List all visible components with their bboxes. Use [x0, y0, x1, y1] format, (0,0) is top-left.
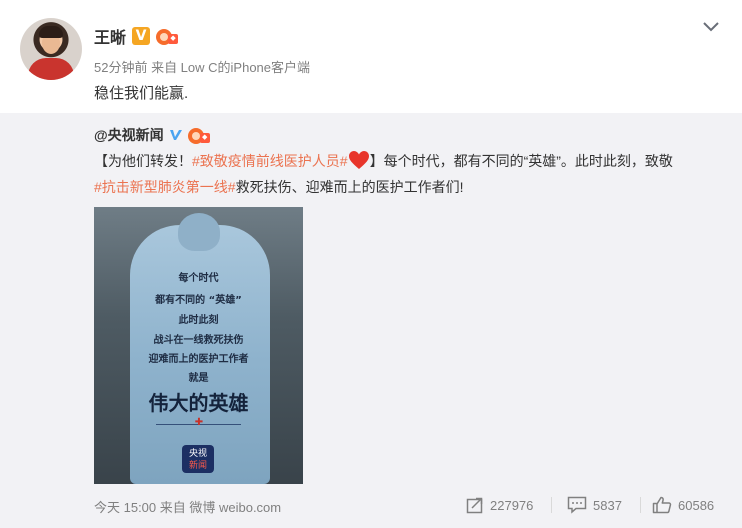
author-row: 王晰 V ◆: [94, 24, 179, 48]
share-icon: [466, 497, 483, 514]
blue-verified-icon[interactable]: [168, 127, 184, 143]
action-divider: [640, 497, 641, 513]
medical-cross-icon: ✚: [194, 417, 204, 428]
share-button[interactable]: 227976: [466, 494, 533, 516]
action-divider: [551, 497, 552, 513]
image-caption-line: 都有不同的 “英雄”: [155, 295, 242, 306]
retweet-time-source[interactable]: 今天 15:00 来自 微博 weibo.com: [94, 497, 281, 516]
heart-icon: [348, 151, 369, 169]
topic-link[interactable]: #抗击新型肺炎第一线#: [94, 179, 236, 195]
like-count: 60586: [678, 497, 715, 513]
retweet-author-row: @央视新闻 ◆: [94, 124, 210, 146]
weibo-post-card: 王晰 V ◆ 52分钟前 来自 Low C的iPhone客户端 稳住我们能赢. …: [0, 0, 742, 528]
retweet-image[interactable]: 每个时代 都有不同的 “英雄” 此时此刻 战斗在一线救死扶伤 迎难而上的医护工作…: [94, 207, 303, 484]
image-caption-line: 就是: [188, 373, 209, 384]
retweet-text-part: 救死扶伤、迎难而上的医护工作者们!: [235, 179, 464, 195]
username-link[interactable]: 王晰: [94, 24, 126, 48]
comment-button[interactable]: 5837: [567, 494, 622, 516]
retweet-text-part: 【为他们转发！: [94, 153, 192, 169]
image-caption-line: 此时此刻: [178, 315, 219, 326]
thumbs-up-icon: [652, 496, 672, 514]
vip-member-icon[interactable]: ◆: [187, 126, 210, 144]
comment-count: 5837: [593, 497, 622, 513]
retweet-author-link[interactable]: @央视新闻: [94, 125, 164, 145]
image-headline: 伟大的英雄: [148, 391, 249, 415]
image-caption-line: 迎难而上的医护工作者: [148, 354, 249, 365]
vip-member-icon[interactable]: ◆: [156, 27, 179, 45]
image-caption-line: 战斗在一线救死扶伤: [153, 335, 244, 346]
retweet-text: 【为他们转发！#致敬疫情前线医护人员# 】每个时代，都有不同的“英雄”。此时此刻，…: [94, 148, 724, 200]
logo-text: 新闻: [188, 460, 207, 470]
chevron-down-icon[interactable]: [700, 16, 722, 38]
share-count: 227976: [490, 497, 534, 513]
like-button[interactable]: 60586: [652, 494, 714, 516]
comment-icon: [567, 496, 587, 514]
post-meta: 52分钟前 来自 Low C的iPhone客户端: [94, 60, 311, 75]
image-caption-line: 每个时代: [178, 273, 219, 284]
post-text: 稳住我们能赢.: [94, 85, 189, 102]
retweet-text-part: 】每个时代，都有不同的“英雄”。此时此刻，致敬: [369, 153, 673, 169]
verified-v-icon[interactable]: V: [132, 27, 151, 45]
avatar[interactable]: [20, 18, 82, 80]
logo-text: 央视: [188, 448, 207, 458]
cctv-news-logo: 央视 新闻: [182, 445, 214, 473]
topic-link[interactable]: #致敬疫情前线医护人员#: [192, 153, 348, 169]
